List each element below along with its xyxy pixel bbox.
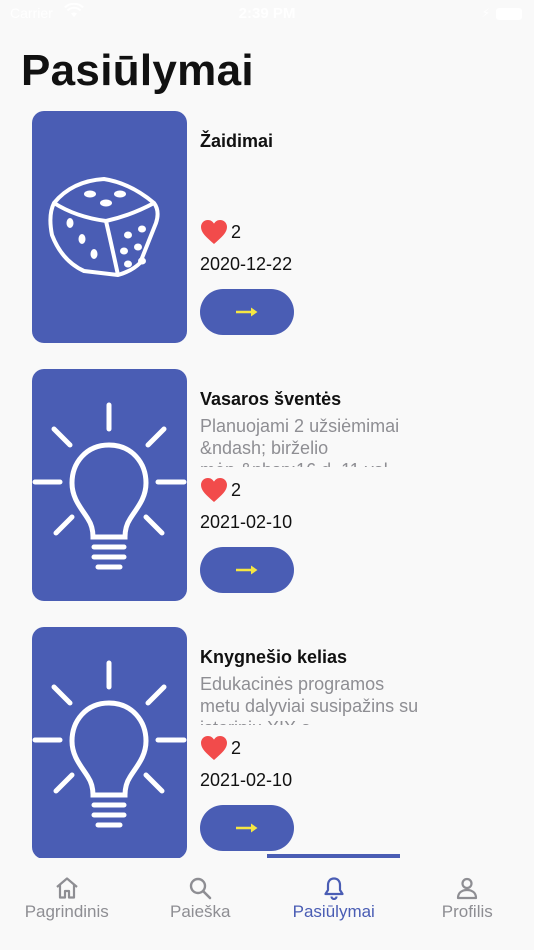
tab-pasiulymai[interactable]: Pasiūlymai (267, 858, 401, 928)
offer-date: 2020-12-22 (200, 254, 293, 274)
tab-label: Profilis (441, 902, 493, 921)
person-icon (457, 877, 478, 900)
heart-icon (201, 478, 227, 502)
offer-description: Edukacinės programos metu dalyviai susip… (200, 674, 419, 725)
dice-icon (48, 177, 160, 277)
offer-card: Žaidimai 2 2020-12-22 (32, 111, 512, 351)
offer-title: Knygnešio kelias (200, 647, 348, 667)
offer-image (32, 369, 187, 601)
status-bar: Carrier 2:39 PM ⚡ (0, 0, 534, 28)
tab-pagrindinis[interactable]: Pagrindinis (0, 858, 134, 928)
likes-count: 2 (231, 737, 242, 758)
open-offer-button[interactable] (200, 547, 294, 593)
tab-bar: Pagrindinis Paieška Pasiūlymai Profilis (0, 858, 534, 950)
likes-count: 2 (231, 221, 242, 242)
offer-description: Planuojami 2 užsiėmimai &ndash; birželio… (200, 416, 400, 467)
offer-date: 2021-02-10 (200, 770, 293, 790)
charging-icon: ⚡ (481, 6, 490, 20)
likes-counter: 2 (200, 733, 241, 763)
offer-title: Vasaros šventės (200, 389, 342, 409)
lightbulb-icon (32, 660, 187, 828)
page-title: Pasiūlymai (21, 46, 254, 95)
arrow-right-icon (236, 307, 258, 317)
offer-card: Knygnešio kelias Edukacinės programos me… (32, 627, 512, 867)
battery-icon (496, 8, 522, 20)
clock: 2:39 PM (238, 5, 296, 22)
heart-icon (201, 736, 227, 760)
likes-counter: 2 (200, 475, 241, 505)
likes-counter: 2 (200, 217, 241, 247)
offer-date: 2021-02-10 (200, 512, 293, 532)
offer-card: Vasaros šventės Planuojami 2 užsiėmimai … (32, 369, 512, 609)
open-offer-button[interactable] (200, 289, 294, 335)
offer-image (32, 627, 187, 859)
tab-label: Paieška (170, 902, 231, 921)
search-icon (190, 877, 212, 900)
likes-count: 2 (231, 479, 242, 500)
tab-paieska[interactable]: Paieška (134, 858, 268, 928)
bell-icon (324, 877, 344, 900)
tab-label: Pagrindinis (24, 902, 109, 921)
lightbulb-icon (32, 402, 187, 570)
offer-title: Žaidimai (200, 131, 274, 151)
tab-label: Pasiūlymai (292, 902, 375, 921)
arrow-right-icon (236, 823, 258, 833)
home-icon (56, 877, 78, 899)
tab-profilis[interactable]: Profilis (401, 858, 534, 928)
open-offer-button[interactable] (200, 805, 294, 851)
heart-icon (201, 220, 227, 244)
arrow-right-icon (236, 565, 258, 575)
offer-image (32, 111, 187, 343)
